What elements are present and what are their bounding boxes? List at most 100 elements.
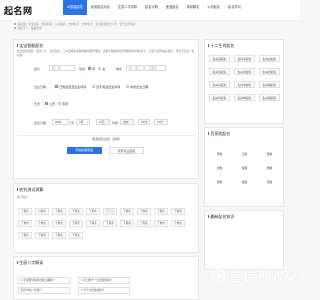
- name-chip[interactable]: 丁姓名: [69, 232, 83, 239]
- calendar-lunar-radio[interactable]: 农历: [58, 102, 68, 106]
- birth-known-radio[interactable]: 已知道宝宝出生时间: [55, 85, 86, 89]
- zodiac-chip[interactable]: 生肖鸡起名: [209, 94, 230, 101]
- surname-link[interactable]: 陈姓: [234, 165, 255, 171]
- gender-female-radio[interactable]: 女: [98, 67, 105, 71]
- zodiac-chip[interactable]: 生肖虎起名: [259, 55, 280, 62]
- zodiac-chip[interactable]: 生肖蛇起名: [259, 68, 280, 75]
- surname-link[interactable]: 张姓: [259, 151, 280, 157]
- name-chip[interactable]: 丁姓名: [154, 220, 168, 227]
- hour-select[interactable]: 出时: [120, 119, 134, 126]
- zodiac-grid: 生肖鼠起名 生肖牛起名 生肖虎起名 生肖兔起名 生肖龙起名 生肖蛇起名 生肖马起…: [209, 55, 280, 101]
- name-chip[interactable]: 丁姓名: [35, 220, 49, 227]
- zodiac-chip[interactable]: 生肖鼠起名: [209, 55, 230, 62]
- year-select[interactable]: 2024: [52, 119, 70, 126]
- bazi-link[interactable]: 八字日柱十一日出生的简介: [78, 277, 130, 284]
- name-chip[interactable]: 丁姓名: [52, 208, 66, 215]
- nav-item-ai-naming[interactable]: AI智能起名: [63, 0, 87, 15]
- birth-time-label: 出生日期: [34, 121, 47, 125]
- bazi-links: 八字命理分析的出生日期简介 八字日柱十一日出生的简介 四字中的八字简介 八字十日…: [18, 277, 130, 294]
- minute-select[interactable]: 13分: [138, 119, 150, 126]
- double-input[interactable]: 如：张三，刘、王霸道: [126, 65, 166, 71]
- zodiac-chip[interactable]: 生肖牛起名: [234, 55, 255, 62]
- intro-line-2-text: 起名于人，福运天成: [17, 27, 42, 30]
- gender-male-radio[interactable]: 男: [88, 67, 95, 71]
- birth-undecided-label: 未定出生日期: [130, 84, 149, 89]
- hour-label: 时辰: [112, 121, 119, 125]
- name-chip[interactable]: 丁姓名: [103, 220, 117, 227]
- month-select[interactable]: 7月: [76, 119, 90, 126]
- surname-link[interactable]: 李姓: [209, 151, 230, 157]
- bazi-link[interactable]: 四字中的八字简介: [18, 287, 70, 294]
- name-chip[interactable]: 丁王二: [103, 208, 117, 215]
- name-chip[interactable]: 丁姓名: [52, 220, 66, 227]
- intro-line-2: 起名于人，福运天成: [14, 27, 214, 31]
- gender-male-label: 男: [92, 66, 96, 71]
- nav-item-baby[interactable]: 宝宝起名: [162, 0, 183, 15]
- name-grid: 丁姓名 万姓名 丁姓名 丁姓名 丁姓名 丁王二 丁姓名 丁姓名 丁姓名 丁姓名 …: [18, 208, 185, 239]
- nav-item-free-test[interactable]: 免费起名测名: [87, 0, 114, 15]
- name-chip[interactable]: 丁姓名: [171, 220, 185, 227]
- name-chip[interactable]: 丁姓名: [137, 208, 151, 215]
- name-chip[interactable]: 丁姓名: [154, 208, 168, 215]
- zodiac-chip[interactable]: 生肖猴起名: [259, 81, 280, 88]
- bazi-link[interactable]: 八字十日出生的简介: [78, 287, 130, 294]
- surname-link[interactable]: 王姓: [234, 151, 255, 157]
- birth-unknown-radio[interactable]: 还不知道出生时间: [92, 85, 120, 89]
- second-select[interactable]: 27分: [154, 119, 168, 126]
- name-chip[interactable]: 丁姓名: [69, 208, 83, 215]
- name-chip[interactable]: 丁姓名: [18, 208, 32, 215]
- birth-status-label: 出生日期: [34, 85, 47, 89]
- zodiac-chip[interactable]: 生肖猪起名: [259, 94, 280, 101]
- name-chip[interactable]: 万姓名: [35, 208, 49, 215]
- birth-undecided-radio[interactable]: 未定出生日期: [126, 85, 148, 89]
- name-chip[interactable]: 丁姓名: [120, 220, 134, 227]
- name-chip[interactable]: 丁姓名: [137, 220, 151, 227]
- calendar-lunar-label: 农历: [62, 101, 69, 106]
- bazi-title: 生辰八字解读: [17, 260, 43, 266]
- surname-link[interactable]: 杨姓: [259, 165, 280, 171]
- nav-item-knowledge[interactable]: 起名学问: [224, 0, 245, 15]
- zodiac-chip[interactable]: 生肖狗起名: [234, 94, 255, 101]
- zodiac-chip[interactable]: 生肖兔起名: [209, 68, 230, 75]
- site-logo[interactable]: 起名网: [4, 4, 33, 17]
- zodiac-chip[interactable]: 生肖马起名: [209, 81, 230, 88]
- name-chip[interactable]: 丁姓名: [69, 220, 83, 227]
- form-title: 宝宝智能起名: [17, 43, 43, 49]
- zodiac-chip[interactable]: 生肖羊起名: [234, 81, 255, 88]
- name-chip[interactable]: 丁姓名: [35, 232, 49, 239]
- name-test-note: 热门姓氏: [17, 196, 28, 199]
- nav-item-company[interactable]: 公司起名: [203, 0, 224, 15]
- name-chip[interactable]: 丁姓名: [18, 232, 32, 239]
- surname-link[interactable]: 刘姓: [209, 165, 230, 171]
- zodiac-chip[interactable]: 生肖龙起名: [234, 68, 255, 75]
- more-settings-toggle[interactable]: 更多起名设置（选填）: [14, 137, 200, 141]
- bazi-link[interactable]: 八字命理分析的出生日期简介: [18, 277, 70, 284]
- name-chip[interactable]: 丁姓名: [171, 208, 185, 215]
- radio-dot-icon: [88, 67, 91, 70]
- name-chip[interactable]: 丁姓名: [120, 208, 134, 215]
- form-note: 结合出生日期、生辰八字、五行喜用、三才五格等多种传统命理学理论，运用大数据算法智…: [17, 50, 195, 57]
- radio-dot-icon: [98, 67, 101, 70]
- nav-item-bazi[interactable]: 生辰八字测算: [114, 0, 141, 15]
- calendar-solar-radio[interactable]: 公历: [45, 102, 55, 106]
- nav-item-zhouyi[interactable]: 周易解名: [183, 0, 204, 15]
- name-chip[interactable]: 丁姓名: [18, 220, 32, 227]
- start-naming-button[interactable]: 开始测算起名: [67, 147, 102, 154]
- birth-known-label: 已知道宝宝出生时间: [59, 84, 87, 89]
- surname-grid: 李姓 王姓 张姓 刘姓 陈姓 杨姓 黄姓 赵姓 吴姓: [209, 151, 280, 185]
- watermark: 星链秒收录: [212, 266, 299, 285]
- name-chip[interactable]: 丁姓名: [52, 232, 66, 239]
- expert-naming-button[interactable]: 专家专业起名: [109, 147, 144, 154]
- bullet-icon: [14, 27, 16, 30]
- double-label: 单双: [116, 67, 123, 71]
- day-select[interactable]: 11日: [96, 119, 110, 126]
- bullet-icon: [14, 23, 16, 26]
- surname-link[interactable]: 赵姓: [234, 179, 255, 185]
- surname-input[interactable]: 如：李: [49, 65, 75, 71]
- surname-link[interactable]: 吴姓: [259, 179, 280, 185]
- surname-link[interactable]: 黄姓: [209, 179, 230, 185]
- nav-item-dictionary[interactable]: 起名字典: [141, 0, 162, 15]
- name-test-panel: 姓名测试测算 热门姓氏 丁姓名 万姓名 丁姓名 丁姓名 丁姓名 丁王二 丁姓名 …: [13, 183, 199, 253]
- name-chip[interactable]: 丁姓名: [86, 208, 100, 215]
- name-chip[interactable]: 丁姓名: [86, 220, 100, 227]
